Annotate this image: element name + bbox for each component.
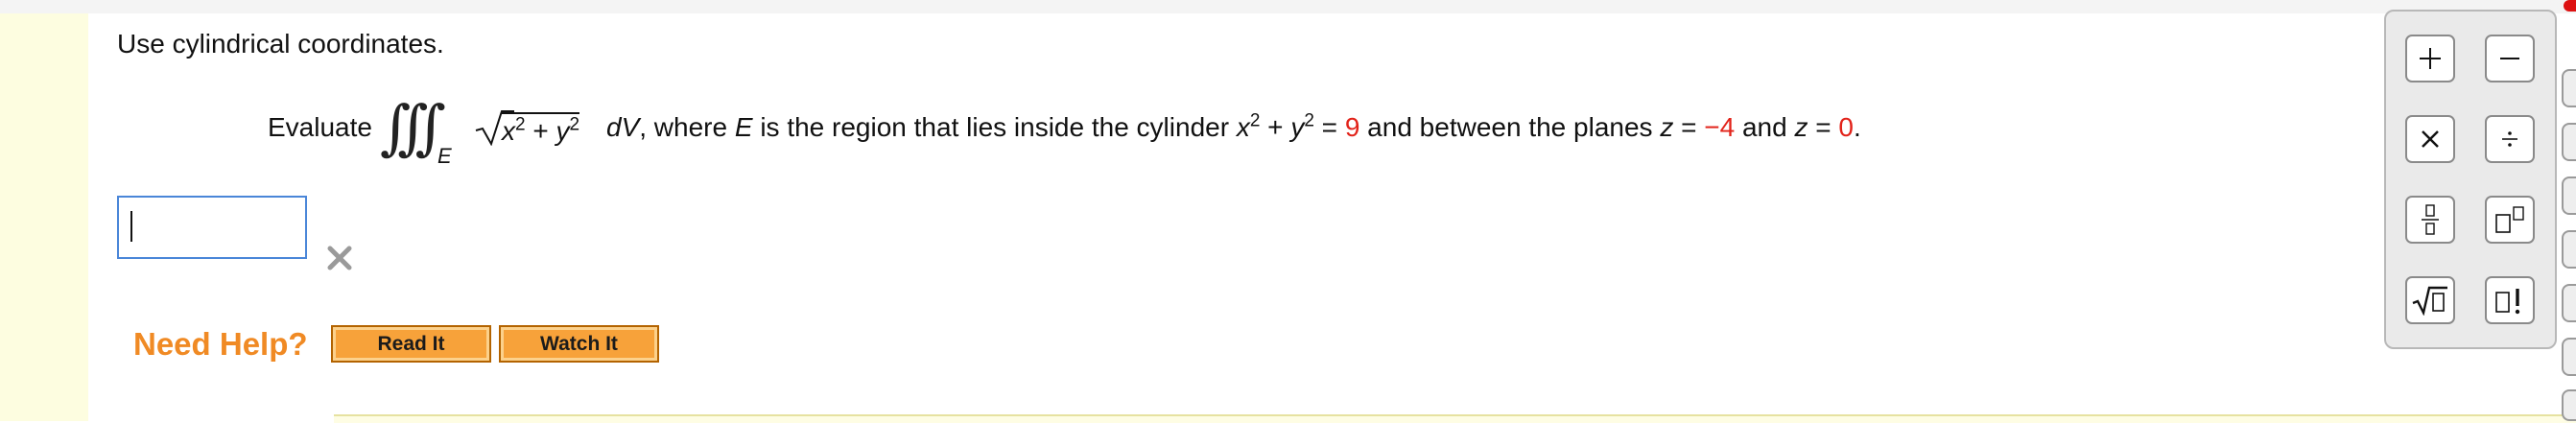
- fraction-key[interactable]: [2405, 196, 2455, 244]
- divide-key[interactable]: [2485, 115, 2535, 163]
- answer-input[interactable]: [117, 196, 307, 259]
- divide-icon: [2502, 131, 2517, 147]
- plus-key[interactable]: [2405, 35, 2455, 82]
- minus-icon: [2500, 58, 2519, 59]
- side-tab[interactable]: [2562, 176, 2576, 215]
- triple-integral-icon: ∫∫∫: [380, 92, 446, 162]
- evaluate-label: Evaluate: [268, 112, 372, 142]
- question-margin: [0, 13, 89, 421]
- times-icon: [2422, 130, 2439, 148]
- factorial-icon: [2495, 289, 2520, 315]
- next-question-border: [334, 414, 2576, 423]
- square-root-key[interactable]: [2405, 276, 2455, 324]
- exponent-key[interactable]: [2485, 196, 2535, 244]
- sqrt-icon: [2412, 286, 2447, 316]
- watch-it-button[interactable]: Watch It: [499, 325, 659, 363]
- times-key[interactable]: [2405, 115, 2455, 163]
- factorial-key[interactable]: [2485, 276, 2535, 324]
- problem-condition: dV, where E is the region that lies insi…: [606, 110, 1861, 142]
- text-cursor: [130, 211, 132, 242]
- integral-region: E: [437, 144, 452, 168]
- integrand: x2 + y2: [502, 112, 580, 147]
- fraction-icon: [2422, 204, 2439, 235]
- side-keypad-tabs: [2562, 0, 2576, 421]
- exponent-icon: [2495, 206, 2524, 233]
- cylinder-radius-squared: 9: [1344, 112, 1360, 142]
- math-keypad: [2384, 10, 2557, 349]
- plus-icon: [2420, 48, 2441, 69]
- side-tab[interactable]: [2562, 230, 2576, 269]
- need-help-label: Need Help?: [133, 326, 308, 362]
- side-tab[interactable]: [2562, 338, 2576, 376]
- instruction-text: Use cylindrical coordinates.: [117, 29, 444, 59]
- side-tab[interactable]: [2562, 123, 2576, 161]
- side-tab[interactable]: [2562, 389, 2576, 421]
- alert-icon[interactable]: [2564, 0, 2576, 12]
- minus-key[interactable]: [2485, 35, 2535, 82]
- side-tab[interactable]: [2562, 284, 2576, 322]
- z-lower-value: −4: [1704, 112, 1736, 142]
- side-tab[interactable]: [2562, 69, 2576, 107]
- top-border: [0, 0, 2576, 14]
- read-it-button[interactable]: Read It: [331, 325, 491, 363]
- z-upper-value: 0: [1838, 112, 1854, 142]
- incorrect-x-icon: [327, 246, 352, 270]
- question-statement: Evaluate ∫∫∫ E x2 + y2 dV, where E is th…: [268, 92, 2436, 175]
